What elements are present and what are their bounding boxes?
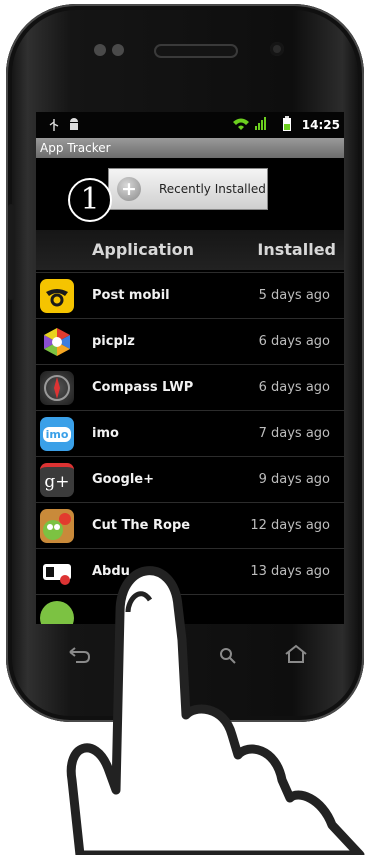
list-item[interactable]: g+ Google+ 9 days ago bbox=[36, 456, 344, 502]
step-number-badge: 1 bbox=[68, 178, 112, 222]
app-title: App Tracker bbox=[40, 141, 111, 155]
signal-icon bbox=[255, 117, 266, 130]
list-item[interactable]: Compass LWP 6 days ago bbox=[36, 364, 344, 410]
status-bar: 14:25 bbox=[36, 112, 344, 138]
list-header: Application Installed bbox=[36, 230, 344, 270]
app-name: picplz bbox=[92, 334, 135, 349]
imo-icon: imo bbox=[40, 417, 74, 451]
app-list: Post mobil 5 days ago picplz 6 days ago … bbox=[36, 272, 344, 624]
app-name: imo bbox=[92, 426, 119, 441]
abdu-icon bbox=[40, 555, 74, 589]
volume-button[interactable] bbox=[8, 204, 14, 300]
install-date: 6 days ago bbox=[258, 380, 330, 395]
app-name: Abdu bbox=[92, 564, 130, 579]
usb-icon bbox=[49, 119, 59, 131]
app-title-bar: App Tracker bbox=[36, 138, 344, 158]
install-date: 12 days ago bbox=[250, 518, 330, 533]
list-item[interactable]: Abdu 13 days ago bbox=[36, 548, 344, 594]
picplz-icon bbox=[40, 325, 74, 359]
navigation-bar bbox=[36, 636, 344, 676]
app-name: Post mobil bbox=[92, 288, 170, 303]
android-debug-icon bbox=[70, 118, 78, 130]
earpiece bbox=[154, 44, 238, 58]
add-icon: + bbox=[117, 177, 141, 201]
recently-installed-button[interactable]: + Recently Installed bbox=[108, 168, 268, 210]
install-date: 6 days ago bbox=[258, 334, 330, 349]
proximity-sensor bbox=[94, 44, 106, 56]
clock: 14:25 bbox=[301, 118, 340, 132]
search-icon[interactable] bbox=[218, 646, 238, 666]
filter-label: Recently Installed bbox=[159, 182, 266, 196]
app-name: Google+ bbox=[92, 472, 155, 487]
front-camera bbox=[270, 42, 284, 56]
google-plus-icon: g+ bbox=[40, 463, 74, 497]
app-name: Compass LWP bbox=[92, 380, 194, 395]
list-item[interactable]: Cut The Rope 12 days ago bbox=[36, 502, 344, 548]
home-icon[interactable] bbox=[284, 644, 308, 664]
column-application[interactable]: Application bbox=[92, 240, 194, 259]
post-horn-icon bbox=[40, 279, 74, 313]
list-item[interactable] bbox=[36, 594, 344, 624]
install-date: 9 days ago bbox=[258, 472, 330, 487]
light-sensor bbox=[112, 44, 124, 56]
cut-the-rope-icon bbox=[40, 509, 74, 543]
battery-icon bbox=[283, 116, 291, 131]
column-installed[interactable]: Installed bbox=[257, 240, 336, 259]
list-item[interactable]: picplz 6 days ago bbox=[36, 318, 344, 364]
list-item[interactable]: Post mobil 5 days ago bbox=[36, 272, 344, 318]
partial-app-icon bbox=[40, 601, 74, 624]
install-date: 7 days ago bbox=[258, 426, 330, 441]
list-item[interactable]: imo imo 7 days ago bbox=[36, 410, 344, 456]
back-icon[interactable] bbox=[66, 646, 92, 664]
install-date: 5 days ago bbox=[258, 288, 330, 303]
compass-icon bbox=[40, 371, 74, 405]
wifi-icon bbox=[233, 118, 249, 130]
app-name: Cut The Rope bbox=[92, 518, 191, 533]
install-date: 13 days ago bbox=[250, 564, 330, 579]
